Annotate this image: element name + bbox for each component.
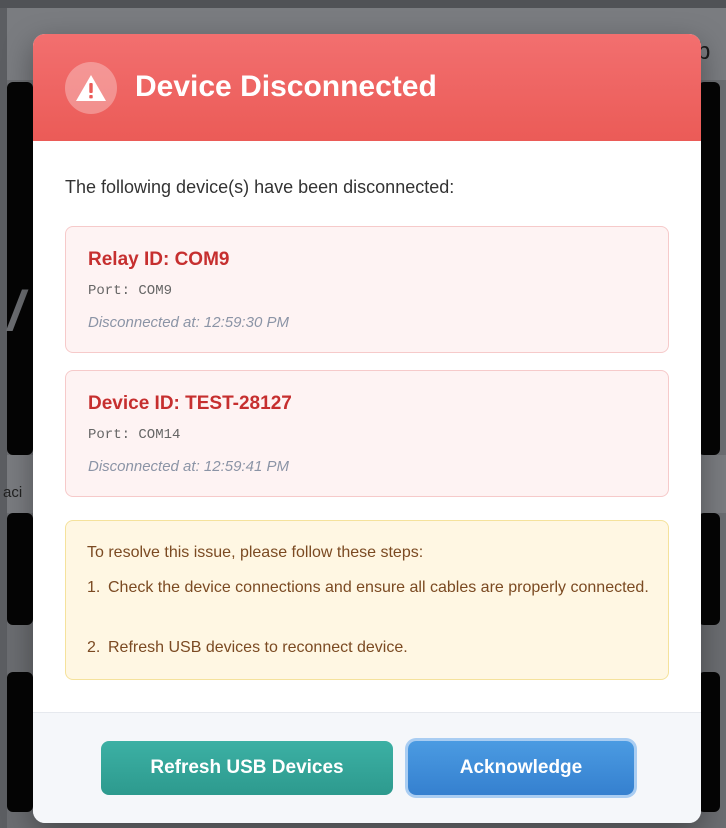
disconnected-device-card: Device ID: TEST-28127 Port: COM14 Discon… bbox=[65, 370, 669, 497]
background-panel bbox=[7, 672, 33, 812]
step-number: 2. bbox=[87, 639, 101, 656]
device-id-label: Device ID: TEST-28127 bbox=[88, 393, 292, 414]
background-panel bbox=[7, 513, 33, 625]
device-disconnected-time: Disconnected at: 12:59:41 PM bbox=[88, 458, 289, 475]
dialog-header: Device Disconnected bbox=[33, 34, 701, 141]
disconnected-device-card: Relay ID: COM9 Port: COM9 Disconnected a… bbox=[65, 226, 669, 353]
refresh-usb-devices-button[interactable]: Refresh USB Devices bbox=[101, 741, 393, 795]
device-port-label: Port: COM9 bbox=[88, 283, 173, 299]
dialog-intro-text: The following device(s) have been discon… bbox=[65, 177, 455, 197]
acknowledge-button[interactable]: Acknowledge bbox=[408, 741, 634, 795]
background-top-border bbox=[0, 0, 726, 8]
background-panel bbox=[698, 82, 720, 455]
device-port-label: Port: COM14 bbox=[88, 427, 181, 443]
step-text: Refresh USB devices to reconnect device. bbox=[108, 639, 408, 656]
background-label: aci bbox=[3, 484, 23, 501]
background-panel bbox=[7, 82, 33, 455]
warning-triangle-icon bbox=[65, 62, 117, 114]
device-disconnected-time: Disconnected at: 12:59:30 PM bbox=[88, 314, 289, 331]
step-number: 1. bbox=[87, 579, 101, 596]
resolve-steps-box: To resolve this issue, please follow the… bbox=[65, 520, 669, 680]
step-text: Check the device connections and ensure … bbox=[108, 579, 649, 596]
device-id-label: Relay ID: COM9 bbox=[88, 249, 230, 270]
background-glyph: / bbox=[8, 279, 24, 342]
background-panel bbox=[698, 513, 720, 625]
device-disconnected-dialog: Device Disconnected The following device… bbox=[33, 34, 701, 823]
dialog-title: Device Disconnected bbox=[135, 70, 437, 103]
dialog-footer: Refresh USB Devices Acknowledge bbox=[33, 712, 701, 823]
resolve-steps-intro: To resolve this issue, please follow the… bbox=[87, 544, 424, 561]
background-panel bbox=[698, 672, 720, 812]
